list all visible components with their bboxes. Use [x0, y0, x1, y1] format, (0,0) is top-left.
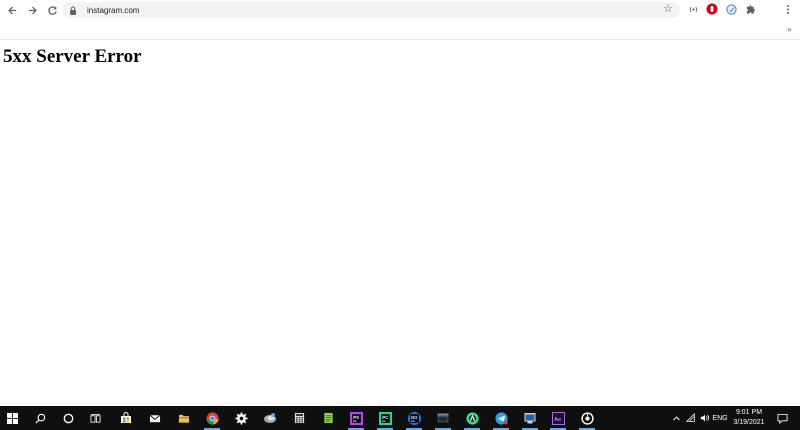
bookmarks-bar: »: [0, 21, 800, 40]
file-explorer-icon[interactable]: [175, 409, 193, 427]
search-icon[interactable]: [31, 409, 49, 427]
language-text: ENG: [712, 414, 728, 422]
clock[interactable]: 9:01 PM 3/19/2021: [728, 408, 770, 428]
adblock-icon[interactable]: [706, 3, 718, 15]
svg-text:GO: GO: [410, 415, 417, 420]
mail-icon[interactable]: [146, 409, 164, 427]
cast-icon[interactable]: [687, 3, 699, 15]
edge-browser-icon[interactable]: [261, 409, 279, 427]
arrow-right-icon: [28, 6, 37, 15]
bookmark-star-icon[interactable]: ☆: [663, 4, 674, 15]
gitkraken-icon[interactable]: [578, 409, 596, 430]
app-window-icon[interactable]: [434, 409, 452, 430]
extension-circle-icon[interactable]: [725, 3, 737, 15]
windows-taskbar: PS PC GO Ae ENG 9:01 PM 3/19/2021: [0, 406, 800, 430]
svg-text:PC: PC: [382, 415, 388, 420]
reload-icon: [47, 6, 57, 15]
extensions-puzzle-icon[interactable]: [744, 3, 756, 15]
clock-date: 3/19/2021: [733, 419, 765, 426]
android-studio-icon[interactable]: [463, 409, 481, 430]
back-button[interactable]: [3, 2, 21, 20]
notepad-icon[interactable]: [319, 409, 337, 427]
language-indicator[interactable]: ENG: [711, 409, 729, 427]
kebab-menu-icon[interactable]: [782, 3, 794, 15]
clock-time: 9:01 PM: [735, 409, 763, 416]
calculator-icon[interactable]: [290, 409, 308, 427]
lock-icon[interactable]: [69, 6, 77, 15]
cmd-window-icon[interactable]: [521, 409, 539, 430]
page-content: 5xx Server Error: [0, 40, 800, 406]
svg-text:Ae: Ae: [554, 416, 561, 422]
telegram-icon[interactable]: [492, 409, 510, 430]
chrome-icon[interactable]: [203, 409, 221, 430]
bookmarks-overflow-button[interactable]: »: [787, 25, 792, 34]
settings-gear-icon[interactable]: [232, 409, 250, 427]
forward-button[interactable]: [23, 2, 41, 20]
reload-button[interactable]: [43, 2, 61, 20]
phpstorm-icon[interactable]: PS: [347, 409, 365, 430]
arrow-left-icon: [7, 6, 16, 15]
pycharm-icon[interactable]: PC: [376, 409, 394, 430]
address-bar[interactable]: instagram.com ☆: [62, 2, 680, 18]
svg-text:PS: PS: [353, 415, 359, 420]
windows-start-icon[interactable]: [3, 409, 21, 427]
task-view-icon[interactable]: [86, 409, 104, 427]
store-icon[interactable]: [117, 409, 135, 427]
browser-toolbar: instagram.com ☆: [0, 0, 800, 21]
adobe-animate-icon[interactable]: Ae: [549, 409, 567, 430]
cortana-icon[interactable]: [59, 409, 77, 427]
notifications-icon[interactable]: [773, 409, 791, 427]
goland-icon[interactable]: GO: [405, 409, 423, 430]
url-text[interactable]: instagram.com: [87, 6, 139, 15]
error-heading: 5xx Server Error: [3, 46, 142, 67]
